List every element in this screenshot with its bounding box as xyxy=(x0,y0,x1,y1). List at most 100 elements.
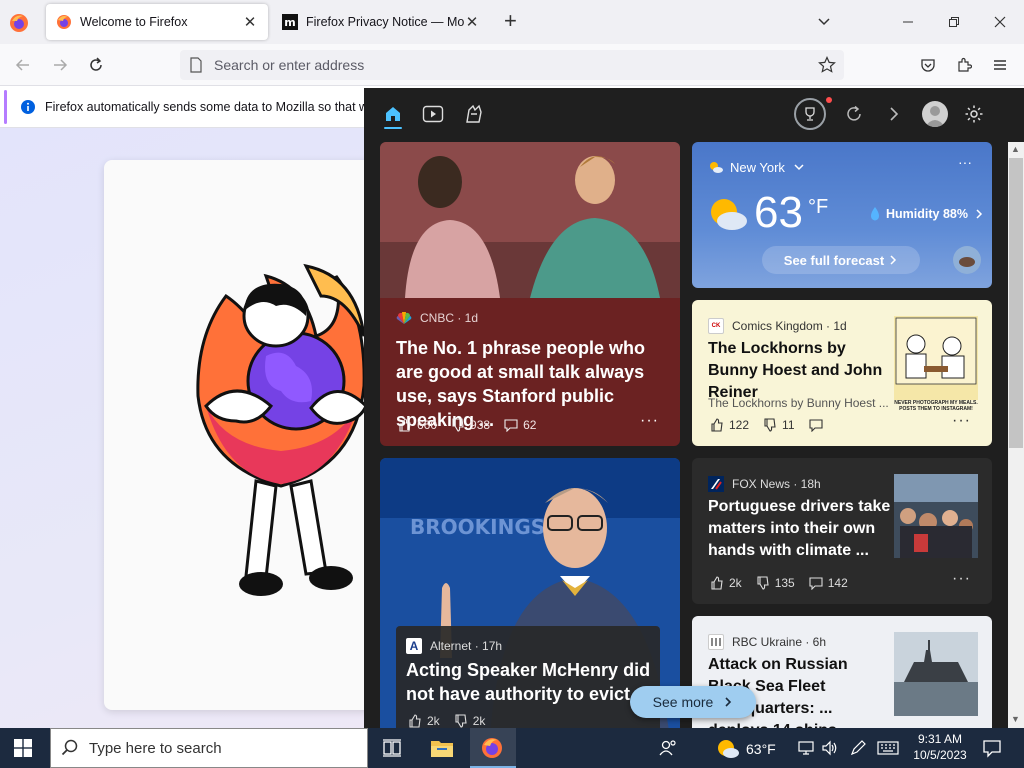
see-full-forecast-button[interactable]: See full forecast xyxy=(762,246,920,274)
news-image xyxy=(380,142,680,298)
thumbs-up-icon xyxy=(711,418,723,432)
dislike-count[interactable]: 135 xyxy=(756,576,795,590)
taskbar-clock[interactable]: 9:31 AM 10/5/2023 xyxy=(910,731,970,763)
comment-icon xyxy=(809,577,823,590)
more-options-icon[interactable]: ··· xyxy=(952,570,971,588)
scroll-down-icon[interactable]: ▼ xyxy=(1011,714,1020,724)
reload-icon[interactable] xyxy=(85,54,107,76)
notification-accent xyxy=(4,90,7,124)
home-tab-indicator xyxy=(384,127,402,129)
news-source: RBC Ukraine · 6h xyxy=(708,634,826,650)
home-icon[interactable] xyxy=(381,102,405,126)
mozilla-favicon-icon: m xyxy=(282,14,298,30)
dislike-count[interactable]: 938 xyxy=(451,418,490,432)
taskbar-search-input[interactable] xyxy=(89,739,359,757)
comment-count[interactable]: 142 xyxy=(809,576,848,590)
address-input[interactable] xyxy=(214,55,794,75)
news-card-alternet[interactable]: BROOKINGS A Alternet · 17h Acting Speake… xyxy=(380,458,680,728)
taskbar-search-box[interactable] xyxy=(50,728,368,768)
chevron-down-icon xyxy=(794,164,804,171)
more-options-icon[interactable]: ··· xyxy=(958,154,972,170)
new-tab-icon[interactable]: + xyxy=(504,10,517,32)
people-icon[interactable] xyxy=(656,736,680,760)
navigation-toolbar xyxy=(0,44,1024,86)
avatar[interactable] xyxy=(922,101,948,127)
menu-hamburger-icon[interactable] xyxy=(989,54,1011,76)
network-icon[interactable] xyxy=(794,736,818,760)
humidity[interactable]: Humidity 88% xyxy=(868,206,984,222)
fox-news-logo-icon xyxy=(708,476,724,492)
scrollbar-thumb[interactable] xyxy=(1009,158,1023,448)
thumbs-up-icon xyxy=(409,714,421,728)
rbc-ukraine-logo-icon xyxy=(708,634,724,650)
scroll-up-icon[interactable]: ▲ xyxy=(1011,144,1020,154)
news-card-cnbc[interactable]: CNBC · 1d The No. 1 phrase people who ar… xyxy=(380,142,680,446)
tab-privacy-notice[interactable]: m Firefox Privacy Notice — Mozill ✕ xyxy=(272,4,490,40)
close-tab-icon[interactable]: ✕ xyxy=(242,13,258,31)
weather-card[interactable]: New York ··· 63 °F Humidity 88% See full… xyxy=(692,142,992,288)
weather-location[interactable]: New York xyxy=(708,159,805,175)
more-options-icon[interactable]: ··· xyxy=(952,412,971,430)
settings-gear-icon[interactable] xyxy=(962,102,986,126)
close-window-icon[interactable] xyxy=(988,10,1012,34)
like-count[interactable]: 122 xyxy=(710,418,749,432)
news-source: CK Comics Kingdom · 1d xyxy=(708,318,847,334)
bookmark-star-icon[interactable] xyxy=(818,56,836,74)
refresh-icon[interactable] xyxy=(842,102,866,126)
task-view-icon[interactable] xyxy=(380,736,404,760)
firefox-taskbar-icon[interactable] xyxy=(480,736,504,760)
pen-workspace-icon[interactable] xyxy=(846,736,870,760)
like-count[interactable]: 2k xyxy=(408,714,440,728)
like-count[interactable]: 2k xyxy=(710,576,742,590)
back-icon[interactable] xyxy=(12,54,34,76)
games-icon[interactable] xyxy=(462,102,486,126)
widgets-header xyxy=(364,88,1024,140)
volume-icon[interactable] xyxy=(818,736,842,760)
news-headline: Portuguese drivers take matters into the… xyxy=(708,498,891,559)
rewards-trophy-icon[interactable] xyxy=(794,98,826,130)
news-thumbnail xyxy=(894,474,978,558)
firefox-view-icon[interactable] xyxy=(8,12,30,34)
pocket-icon[interactable] xyxy=(917,54,939,76)
clock-time: 9:31 AM xyxy=(917,732,963,746)
close-tab-icon[interactable]: ✕ xyxy=(464,13,480,31)
chevron-right-icon[interactable] xyxy=(882,102,906,126)
news-card-fox[interactable]: FOX News · 18h Portuguese drivers take m… xyxy=(692,458,992,604)
extensions-icon[interactable] xyxy=(953,54,975,76)
forward-icon[interactable] xyxy=(49,54,71,76)
info-icon xyxy=(21,100,35,114)
news-headline: The Lockhorns by Bunny Hoest and John Re… xyxy=(708,340,883,401)
thumbs-down-icon xyxy=(757,576,769,590)
news-stats: 2k 2k xyxy=(408,714,499,728)
comic-caption: NEVER PHOTOGRAPH MY MEALS. POSTS THEM TO… xyxy=(894,400,978,412)
list-all-tabs-icon[interactable] xyxy=(816,14,832,33)
news-thumbnail xyxy=(894,632,978,716)
dislike-count[interactable]: 11 xyxy=(763,418,795,432)
restore-icon[interactable] xyxy=(942,10,966,34)
see-more-button[interactable]: See more xyxy=(630,686,756,718)
address-bar[interactable] xyxy=(180,50,844,80)
chevron-right-icon xyxy=(725,697,732,707)
windows-start-icon[interactable] xyxy=(14,739,32,757)
widgets-panel: CNBC · 1d The No. 1 phrase people who ar… xyxy=(364,88,1024,728)
minimize-icon[interactable] xyxy=(896,10,920,34)
tab-welcome[interactable]: Welcome to Firefox ✕ xyxy=(46,4,268,40)
like-count[interactable]: 660 xyxy=(398,418,437,432)
video-icon[interactable] xyxy=(421,102,445,126)
firefox-hug-illustration xyxy=(196,263,366,596)
comment-icon xyxy=(808,419,823,432)
chevron-right-icon xyxy=(890,255,897,265)
dislike-count[interactable]: 2k xyxy=(454,714,485,728)
keyboard-icon[interactable] xyxy=(876,736,900,760)
taskbar-weather[interactable]: 63°F xyxy=(716,738,776,760)
more-options-icon[interactable]: ··· xyxy=(640,412,659,430)
comment-count[interactable]: 62 xyxy=(504,418,536,432)
news-stats: 122 11 xyxy=(710,418,842,432)
notifications-icon[interactable] xyxy=(980,736,1004,760)
comment-count[interactable] xyxy=(808,418,828,432)
news-card-comics[interactable]: CK Comics Kingdom · 1d The Lockhorns by … xyxy=(692,300,992,446)
partly-sunny-icon xyxy=(710,162,723,173)
file-explorer-icon[interactable] xyxy=(430,736,454,760)
temperature-value: 63 xyxy=(754,188,803,237)
tab-title: Firefox Privacy Notice — Mozill xyxy=(306,15,464,29)
